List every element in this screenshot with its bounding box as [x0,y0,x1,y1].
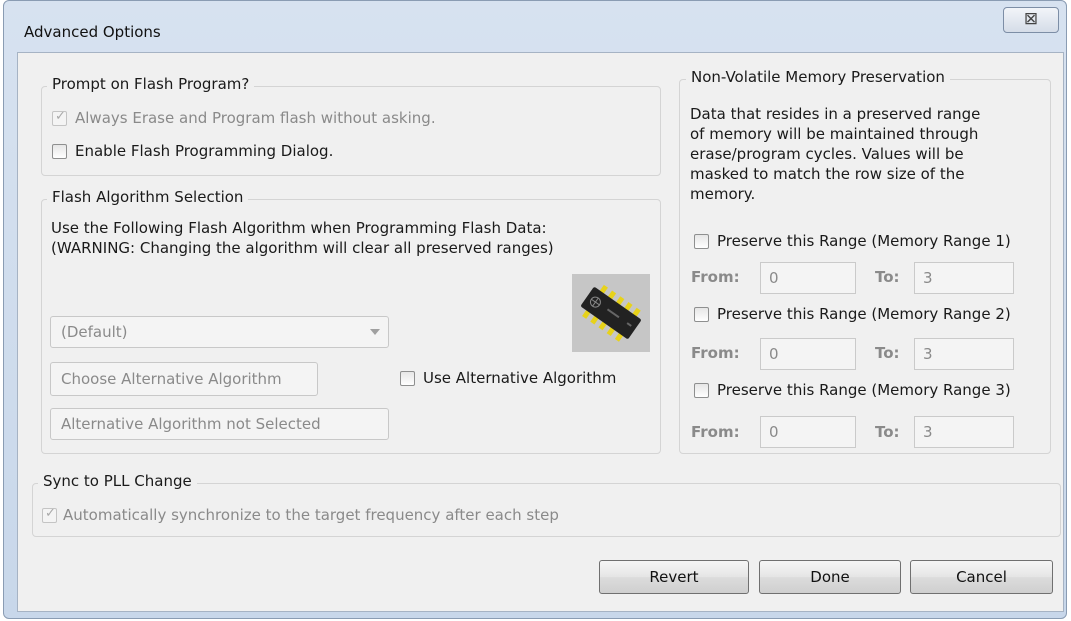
preserve-range-1-checkbox[interactable] [694,234,709,249]
algorithm-select-value: (Default) [61,323,128,341]
range-1-to-label: To: [875,268,900,286]
ic-chip-icon [572,274,650,352]
range-1-from-label: From: [691,268,740,286]
algorithm-description-1: Use the Following Flash Algorithm when P… [51,219,547,237]
range-1-from-input[interactable]: 0 [760,262,856,294]
nvm-group-title: Non-Volatile Memory Preservation [686,68,950,86]
range-2-to-label: To: [875,344,900,362]
algorithm-group-title: Flash Algorithm Selection [47,188,249,206]
auto-sync-label: Automatically synchronize to the target … [63,506,559,524]
enable-flash-dialog-label: Enable Flash Programming Dialog. [75,142,334,160]
nvm-description-2: of memory will be maintained through [690,125,979,143]
range-1-to-input[interactable]: 3 [914,262,1014,294]
range-3-to-input[interactable]: 3 [914,416,1014,448]
nvm-description-5: memory. [690,185,756,203]
check-icon: ✓ [55,109,66,124]
nvm-description-3: erase/program cycles. Values will be [690,145,964,163]
range-2-from-label: From: [691,344,740,362]
range-2-from-input[interactable]: 0 [760,338,856,370]
range-3-from-label: From: [691,423,740,441]
chevron-down-icon [370,329,380,335]
always-erase-checkbox[interactable]: ✓ [52,109,67,126]
nvm-description-4: masked to match the row size of the [690,165,965,183]
preserve-range-1-label: Preserve this Range (Memory Range 1) [717,232,1011,250]
window-title: Advanced Options [24,23,161,41]
close-button[interactable]: ⊠ [1003,7,1059,33]
range-3-from-input[interactable]: 0 [760,416,856,448]
choose-alternative-button[interactable]: Choose Alternative Algorithm [50,362,318,396]
algorithm-description-2: (WARNING: Changing the algorithm will cl… [51,239,554,257]
check-icon: ✓ [45,506,56,521]
range-2-to-input[interactable]: 3 [914,338,1014,370]
auto-sync-checkbox[interactable]: ✓ [42,506,57,523]
preserve-range-3-checkbox[interactable] [694,383,709,398]
always-erase-label: Always Erase and Program flash without a… [75,109,436,127]
cancel-button[interactable]: Cancel [910,560,1053,594]
use-alternative-checkbox[interactable] [400,371,415,386]
prompt-group-title: Prompt on Flash Program? [47,75,255,93]
preserve-range-3-label: Preserve this Range (Memory Range 3) [717,381,1011,399]
preserve-range-2-checkbox[interactable] [694,307,709,322]
preserve-range-2-label: Preserve this Range (Memory Range 2) [717,305,1011,323]
pll-group-title: Sync to PLL Change [38,472,197,490]
close-icon: ⊠ [1023,9,1039,29]
algorithm-select[interactable]: (Default) [50,316,389,348]
revert-button[interactable]: Revert [599,560,749,594]
alternative-algorithm-status: Alternative Algorithm not Selected [50,408,389,440]
nvm-description-1: Data that resides in a preserved range [690,105,981,123]
prompt-on-flash-group [41,86,661,176]
range-3-to-label: To: [875,423,900,441]
use-alternative-label: Use Alternative Algorithm [423,369,617,387]
enable-flash-dialog-checkbox[interactable] [52,144,67,159]
done-button[interactable]: Done [759,560,901,594]
